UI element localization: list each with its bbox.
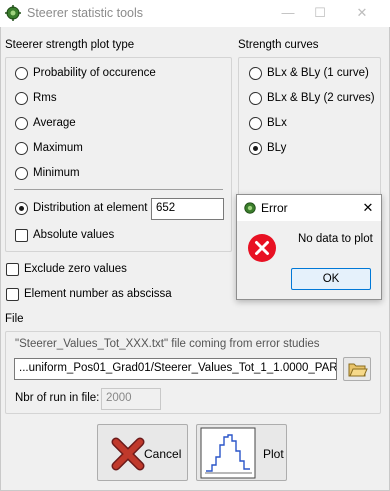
cancel-icon [111,437,145,471]
option-label: BLy [267,142,287,154]
radio-blx-bly-1[interactable] [249,67,262,80]
radio-average[interactable] [15,117,28,130]
radio-maximum[interactable] [15,142,28,155]
radio-blx-bly-2[interactable] [249,92,262,105]
option-label: BLx & BLy (2 curves) [267,92,375,104]
cancel-label: Cancel [144,447,182,461]
plot-button[interactable]: Plot [196,424,287,481]
error-dialog: Error ✕ No data to plot OK [236,194,382,300]
radio-minimum[interactable] [15,167,28,180]
file-description: "Steerer_Values_Tot_XXX.txt" file coming… [15,338,320,350]
absolute-values-checkbox[interactable] [15,229,28,242]
separator [14,189,223,190]
option-label: Rms [33,92,57,104]
plot-type-label: Steerer strength plot type [5,39,135,51]
close-icon[interactable]: ✕ [352,4,372,22]
radio-blx[interactable] [249,117,262,130]
error-icon [247,233,277,263]
exclude-zero-checkbox[interactable] [6,263,19,276]
option-label: Minimum [33,167,80,179]
option-label: BLx & BLy (1 curve) [267,67,369,79]
option-label: Average [33,117,76,129]
radio-rms[interactable] [15,92,28,105]
dialog-close-icon[interactable]: ✕ [359,199,377,217]
app-icon [5,5,21,21]
browse-button[interactable] [343,357,371,381]
option-label: Maximum [33,142,83,154]
radio-probability[interactable] [15,67,28,80]
plot-icon [200,427,256,479]
radio-distribution[interactable] [15,202,28,215]
absolute-values-label: Absolute values [33,229,115,241]
radio-bly[interactable] [249,142,262,155]
element-abscissa-checkbox[interactable] [6,288,19,301]
plot-label: Plot [263,447,284,461]
window-title: Steerer statistic tools [27,6,144,20]
dialog-app-icon [243,201,257,215]
folder-icon [348,363,368,377]
plot-type-panel [5,57,232,252]
file-path-input[interactable]: ...uniform_Pos01_Grad01/Steerer_Values_T… [14,358,337,380]
maximize-icon[interactable]: ☐ [310,4,330,22]
option-label: Probability of occurence [33,67,156,79]
dialog-title: Error [261,201,288,215]
cancel-button[interactable]: Cancel [97,424,188,481]
element-abscissa-label: Element number as abscissa [24,288,172,300]
ok-label: OK [322,273,340,285]
strength-curves-label: Strength curves [238,39,319,51]
minimize-icon[interactable]: — [278,4,298,22]
ok-button[interactable]: OK [291,268,371,290]
nbr-run-label: Nbr of run in file: [15,392,100,404]
distribution-label: Distribution at element [33,202,148,214]
option-label: BLx [267,117,287,129]
exclude-zero-label: Exclude zero values [24,263,127,275]
file-label: File [5,313,24,325]
nbr-run-input: 2000 [101,388,161,410]
element-number-input[interactable]: 652 [151,198,224,220]
dialog-message: No data to plot [298,233,373,245]
